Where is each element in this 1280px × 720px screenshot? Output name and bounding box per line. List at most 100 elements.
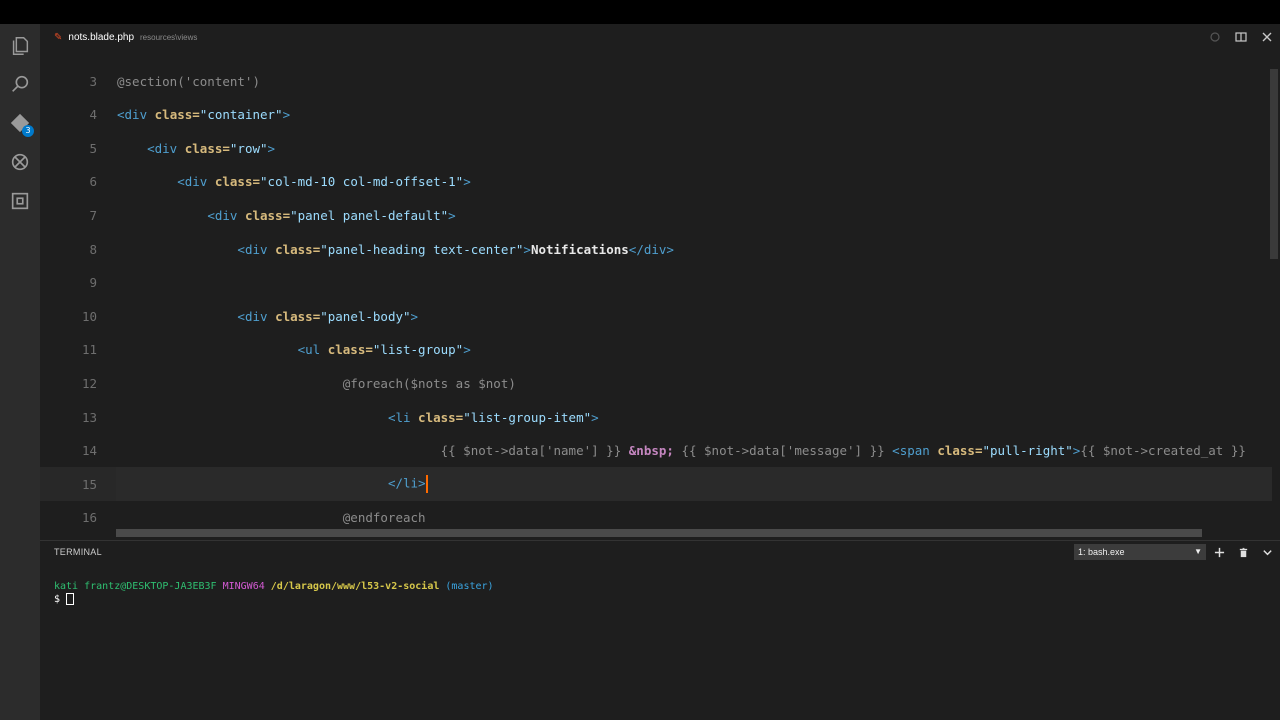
code-token: "panel panel-default" [290,207,449,223]
panel-actions [1212,545,1274,559]
code-line[interactable]: 3 @section('content') [40,64,1272,98]
line-number: 16 [81,510,97,524]
line-code: {{ $not->data['name'] }} &nbsp; {{ $not-… [117,443,1246,458]
activity-bar: 3 [0,24,40,720]
code-token: > [463,174,471,190]
line-number: 15 [81,476,97,492]
line-code: <li class="list-group-item"> [117,410,599,425]
line-code: <div class="panel-body"> [117,309,418,324]
terminal-system: MINGW64 [222,581,265,592]
code-token: class= [154,107,200,123]
text-cursor [425,475,428,494]
tab-filename: nots.blade.php [68,32,135,43]
code-token: <ul [297,342,328,358]
line-code: @endforeach [117,510,426,524]
terminal-cursor [66,593,75,605]
code-line[interactable]: 10 <div class="panel-body"> [40,299,1272,333]
code-token: "col-md-10 col-md-offset-1" [260,174,464,190]
code-line[interactable]: 9 [40,266,1272,300]
horizontal-scrollbar[interactable] [116,529,1202,537]
code-line[interactable]: 13 <li class="list-group-item"> [40,400,1272,434]
code-token: {{ $not->data['name'] }} [440,443,629,459]
terminal-user: kati frantz [54,581,121,592]
chevron-down-icon: ▼ [1194,547,1202,556]
code-line[interactable]: 16 @endforeach [40,501,1272,524]
code-line[interactable]: 15 </li> [40,467,1272,502]
code-token: @section('content') [117,73,260,89]
screen-top-bar [0,0,1280,24]
code-token: {{ $not->created_at }} [1080,443,1246,459]
chevron-down-icon[interactable] [1260,545,1274,559]
code-token: <li [387,409,419,425]
line-number: 4 [89,107,97,123]
terminal-select-value: 1: bash.exe [1078,547,1125,557]
line-number: 5 [89,140,97,156]
code-token: <div [237,308,276,324]
editor-actions [1208,30,1274,44]
trash-icon[interactable] [1236,545,1250,559]
panel-title[interactable]: TERMINAL [54,547,102,557]
tab-nots-blade[interactable]: ✎ nots.blade.php resources\views [54,32,197,43]
code-line[interactable]: 4 <div class="container"> [40,98,1272,132]
terminal-branch: (master) [445,581,494,592]
code-line[interactable]: 8 <div class="panel-heading text-center"… [40,232,1272,266]
code-token: "container" [199,107,283,123]
vertical-scrollbar[interactable] [1270,69,1278,259]
code-token: > [591,409,599,425]
terminal-select[interactable]: 1: bash.exe ▼ [1074,544,1206,560]
code-token: "panel-body" [320,308,411,324]
code-line[interactable]: 6 <div class="col-md-10 col-md-offset-1"… [40,165,1272,199]
plus-icon[interactable] [1212,545,1226,559]
line-code: @foreach($nots as $not) [117,376,516,391]
code-token: class= [184,140,230,156]
code-token: "list-group" [372,342,464,358]
line-code: <div class="row"> [117,141,275,156]
code-editor[interactable]: 3 @section('content') 4 <div class="contain… [40,64,1272,524]
code-token: "panel-heading text-center" [320,241,524,257]
code-token: class= [275,241,321,257]
code-token: > [523,241,531,257]
line-code: </li> [117,475,428,494]
line-code: <div class="container"> [117,107,290,122]
editor-area: ✎ nots.blade.php resources\views 3 @secti… [40,24,1280,544]
line-number: 10 [81,308,97,324]
code-token: class= [275,308,321,324]
code-token: &nbsp; [628,443,674,459]
line-number: 14 [81,443,97,459]
code-token: @endforeach [342,510,426,524]
code-token: "list-group-item" [463,409,592,425]
code-token: class= [214,174,261,190]
terminal-output[interactable]: kati frantz@DESKTOP-JA3EB3F MINGW64 /d/l… [54,581,1254,711]
explorer-icon[interactable] [8,34,32,58]
code-line[interactable]: 12 @foreach($nots as $not) [40,366,1272,400]
source-control-icon[interactable]: 3 [8,111,34,137]
code-token: <div [177,174,215,190]
terminal-prompt-symbol: $ [54,594,61,605]
code-line[interactable]: 5 <div class="row"> [40,131,1272,165]
terminal-panel: TERMINAL 1: bash.exe ▼ kati frantz@DESKT… [40,540,1280,720]
code-token: "row" [229,140,268,156]
terminal-host: @DESKTOP-JA3EB3F [120,581,217,592]
terminal-path: /d/laragon/www/l53-v2-social [270,581,440,592]
code-line[interactable]: 11 <ul class="list-group"> [40,333,1272,367]
search-icon[interactable] [8,72,32,96]
code-token: <div [207,207,245,223]
code-token: Notifications [530,241,629,257]
code-line[interactable]: 7 <div class="panel panel-default"> [40,198,1272,232]
terminal-prompt-line: kati frantz@DESKTOP-JA3EB3F MINGW64 /d/l… [54,581,1254,593]
code-token: </li> [387,475,426,491]
extensions-icon[interactable] [8,189,32,213]
debug-icon[interactable] [8,150,32,174]
code-line[interactable]: 14 {{ $not->data['name'] }} &nbsp; {{ $n… [40,434,1272,468]
code-token: class= [244,207,291,223]
open-changes-icon[interactable] [1208,30,1222,44]
split-editor-icon[interactable] [1234,30,1248,44]
code-token: {{ $not->data['message'] }} [673,443,893,459]
close-icon[interactable] [1260,30,1274,44]
source-control-badge: 3 [22,125,34,137]
